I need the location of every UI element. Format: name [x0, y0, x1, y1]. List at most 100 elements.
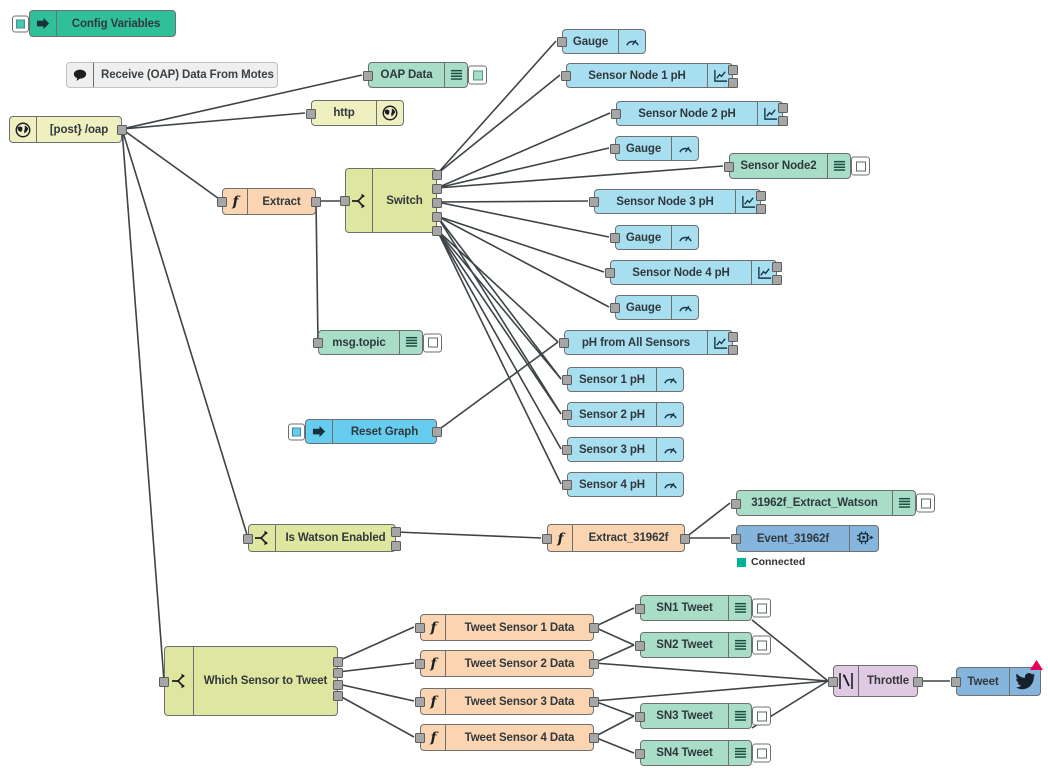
input-port[interactable] — [635, 712, 645, 722]
node-sensor-node-1-ph[interactable]: Sensor Node 1 pH — [561, 63, 738, 88]
input-port[interactable] — [415, 623, 425, 633]
output-port-2[interactable] — [772, 275, 782, 285]
debug-toggle-button[interactable] — [752, 598, 771, 618]
input-port[interactable] — [561, 71, 571, 81]
node-sn3-tweet[interactable]: SN3 Tweet — [635, 703, 771, 729]
output-port-5[interactable] — [432, 226, 442, 236]
input-port[interactable] — [557, 37, 567, 47]
input-port[interactable] — [828, 677, 838, 687]
node-event-31962f[interactable]: Event_31962f — [731, 525, 879, 552]
input-port[interactable] — [731, 534, 741, 544]
flow-canvas[interactable]: Config Variables Receive (OAP) Data From… — [0, 0, 1048, 775]
node-tweet-sensor-2-data[interactable]: f Tweet Sensor 2 Data — [415, 650, 599, 677]
node-oap-data[interactable]: OAP Data — [363, 62, 487, 88]
debug-toggle-button[interactable] — [752, 743, 771, 763]
input-port[interactable] — [562, 445, 572, 455]
input-port[interactable] — [951, 677, 961, 687]
debug-toggle-button[interactable] — [468, 65, 487, 85]
node-is-watson-enabled[interactable]: Is Watson Enabled — [243, 524, 401, 552]
input-port[interactable] — [610, 233, 620, 243]
node-extract-31962f[interactable]: f Extract_31962f — [542, 524, 690, 552]
output-port[interactable] — [589, 623, 599, 633]
node-31962f-extract-watson[interactable]: 31962f_Extract_Watson — [731, 490, 935, 516]
output-port-1[interactable] — [391, 527, 401, 537]
config-variables-button[interactable] — [12, 15, 29, 32]
node-receive-comment[interactable]: Receive (OAP) Data From Motes — [66, 62, 278, 88]
node-sensor-2-ph[interactable]: Sensor 2 pH — [562, 402, 684, 427]
output-port[interactable] — [913, 677, 923, 687]
node-sn1-tweet[interactable]: SN1 Tweet — [635, 595, 771, 621]
output-port[interactable] — [680, 534, 690, 544]
output-port-4[interactable] — [432, 212, 442, 222]
output-port-2[interactable] — [333, 668, 343, 678]
node-extract[interactable]: f Extract — [217, 188, 321, 215]
input-port[interactable] — [635, 604, 645, 614]
output-port[interactable] — [589, 697, 599, 707]
debug-toggle-button[interactable] — [752, 635, 771, 655]
output-port-1[interactable] — [778, 103, 788, 113]
node-http[interactable]: http — [306, 100, 404, 126]
debug-toggle-button[interactable] — [916, 493, 935, 513]
input-port[interactable] — [562, 375, 572, 385]
node-config-variables[interactable]: Config Variables — [12, 10, 176, 37]
output-port-1[interactable] — [728, 332, 738, 342]
output-port-4[interactable] — [333, 691, 343, 701]
output-port-1[interactable] — [756, 191, 766, 201]
node-gauge-1[interactable]: Gauge — [557, 29, 646, 54]
input-port[interactable] — [559, 338, 569, 348]
input-port[interactable] — [363, 71, 373, 81]
output-port-2[interactable] — [756, 204, 766, 214]
node-which-sensor-to-tweet[interactable]: Which Sensor to Tweet — [159, 646, 343, 716]
input-port[interactable] — [724, 162, 734, 172]
node-tweet[interactable]: Tweet — [951, 660, 1043, 696]
node-tweet-sensor-4-data[interactable]: f Tweet Sensor 4 Data — [415, 724, 599, 751]
output-port[interactable] — [589, 659, 599, 669]
node-sn4-tweet[interactable]: SN4 Tweet — [635, 740, 771, 766]
node-sensor-node2[interactable]: Sensor Node2 — [724, 153, 870, 179]
output-port-1[interactable] — [333, 657, 343, 667]
output-port-2[interactable] — [728, 78, 738, 88]
inject-button[interactable] — [288, 423, 305, 440]
debug-toggle-button[interactable] — [423, 333, 442, 352]
node-sensor-node-2-ph[interactable]: Sensor Node 2 pH — [611, 101, 788, 126]
node-gauge-2[interactable]: Gauge — [610, 136, 699, 161]
input-port[interactable] — [243, 534, 253, 544]
node-throttle[interactable]: Throttle — [828, 665, 923, 697]
debug-toggle-button[interactable] — [851, 156, 870, 176]
input-port[interactable] — [605, 268, 615, 278]
input-port[interactable] — [313, 338, 323, 348]
input-port[interactable] — [340, 196, 350, 206]
input-port[interactable] — [159, 677, 169, 687]
node-msg-topic[interactable]: msg.topic — [313, 330, 442, 355]
output-port-3[interactable] — [432, 198, 442, 208]
output-port-2[interactable] — [432, 184, 442, 194]
input-port[interactable] — [635, 749, 645, 759]
node-sensor-node-4-ph[interactable]: Sensor Node 4 pH — [605, 260, 782, 285]
node-tweet-sensor-3-data[interactable]: f Tweet Sensor 3 Data — [415, 688, 599, 715]
input-port[interactable] — [415, 697, 425, 707]
input-port[interactable] — [610, 303, 620, 313]
output-port[interactable] — [311, 197, 321, 207]
output-port-1[interactable] — [432, 170, 442, 180]
input-port[interactable] — [542, 534, 552, 544]
node-sensor-3-ph[interactable]: Sensor 3 pH — [562, 437, 684, 462]
node-reset-graph[interactable]: Reset Graph — [288, 419, 442, 444]
output-port-2[interactable] — [778, 116, 788, 126]
output-port-3[interactable] — [333, 680, 343, 690]
output-port-1[interactable] — [728, 65, 738, 75]
node-tweet-sensor-1-data[interactable]: f Tweet Sensor 1 Data — [415, 614, 599, 641]
input-port[interactable] — [415, 733, 425, 743]
node-sn2-tweet[interactable]: SN2 Tweet — [635, 632, 771, 658]
input-port[interactable] — [589, 197, 599, 207]
output-port-2[interactable] — [728, 345, 738, 355]
node-gauge-3[interactable]: Gauge — [610, 225, 699, 250]
input-port[interactable] — [217, 197, 227, 207]
node-gauge-4[interactable]: Gauge — [610, 295, 699, 320]
input-port[interactable] — [610, 144, 620, 154]
output-port-1[interactable] — [772, 262, 782, 272]
output-port[interactable] — [432, 427, 442, 437]
output-port[interactable] — [589, 733, 599, 743]
node-ph-from-all-sensors[interactable]: pH from All Sensors — [559, 330, 738, 355]
input-port[interactable] — [562, 480, 572, 490]
node-sensor-1-ph[interactable]: Sensor 1 pH — [562, 367, 684, 392]
